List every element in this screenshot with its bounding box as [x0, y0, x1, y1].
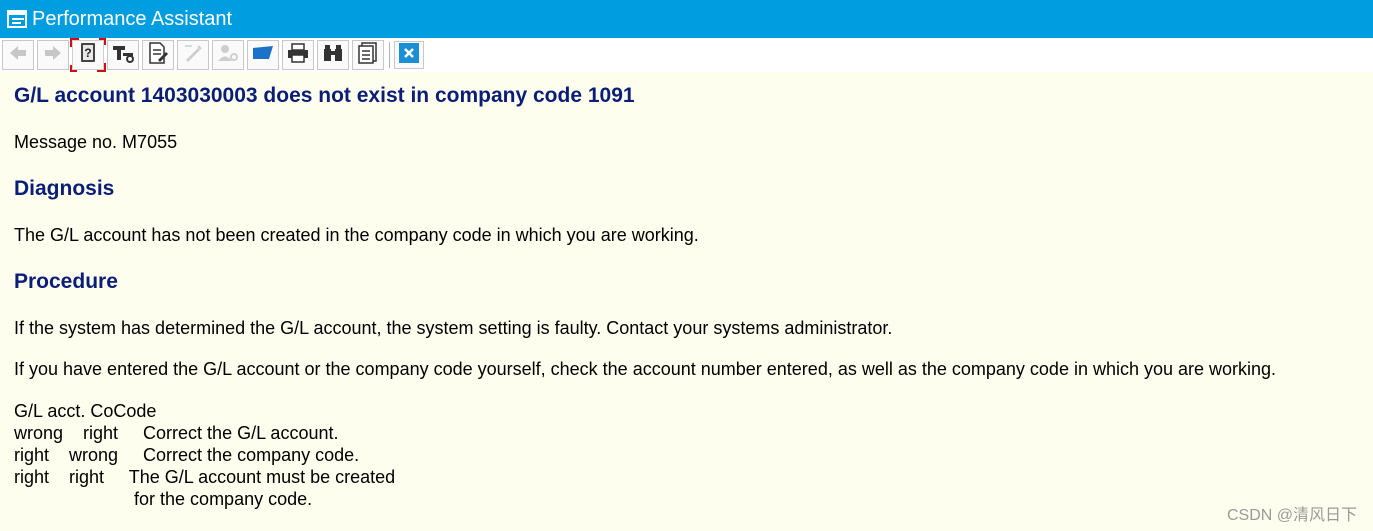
- watermark: CSDN @清风日下: [1226, 507, 1357, 524]
- pencil-edit-icon: [183, 43, 203, 68]
- application-help-button[interactable]: ?: [70, 38, 106, 72]
- arrow-left-icon: [8, 45, 28, 66]
- bookmark-tag-icon: [252, 45, 274, 66]
- help-book-icon: ?: [79, 42, 97, 69]
- message-heading: G/L account 1403030003 does not exist in…: [14, 84, 635, 107]
- toolbar-separator: [389, 42, 390, 68]
- find-button[interactable]: [317, 40, 349, 70]
- forward-button[interactable]: [37, 40, 69, 70]
- print-icon: [287, 42, 309, 68]
- table-header: G/L acct. CoCode: [14, 401, 157, 421]
- table-row: right right The G/L account must be crea…: [14, 467, 396, 487]
- diagnosis-text: The G/L account has not been created in …: [14, 225, 699, 245]
- title-bar: Performance Assistant: [0, 0, 1373, 38]
- table-row: for the company code.: [14, 489, 313, 509]
- arrow-right-icon: [43, 45, 63, 66]
- procedure-heading: Procedure: [14, 270, 118, 293]
- procedure-text-1: If the system has determined the G/L acc…: [14, 318, 893, 338]
- bookmark-button[interactable]: [247, 40, 279, 70]
- procedure-text-2: If you have entered the G/L account or t…: [14, 359, 1277, 379]
- print-button[interactable]: [282, 40, 314, 70]
- close-icon: [398, 42, 420, 69]
- message-number: Message no. M7055: [14, 132, 178, 152]
- toolbar: ?: [0, 38, 1373, 72]
- binoculars-find-icon: [322, 43, 344, 68]
- edit-document-button[interactable]: [142, 40, 174, 70]
- close-button[interactable]: [394, 41, 424, 69]
- change-button[interactable]: [177, 40, 209, 70]
- edit-document-icon: [148, 41, 168, 69]
- user-settings-icon: [217, 43, 239, 68]
- user-settings-button[interactable]: [212, 40, 244, 70]
- help-content: G/L account 1403030003 does not exist in…: [0, 72, 1373, 531]
- window-menu-icon[interactable]: [6, 8, 28, 30]
- table-row: wrong right Correct the G/L account.: [14, 423, 339, 443]
- technical-info-icon: [112, 43, 134, 68]
- svg-text:?: ?: [84, 46, 91, 60]
- window-title: Performance Assistant: [32, 7, 233, 30]
- table-row: right wrong Correct the company code.: [14, 445, 360, 465]
- technical-info-button[interactable]: [107, 40, 139, 70]
- back-button[interactable]: [2, 40, 34, 70]
- diagnosis-heading: Diagnosis: [14, 177, 115, 200]
- document-list-button[interactable]: [352, 40, 384, 70]
- performance-assistant-window: Performance Assistant ? G/L account 1403…: [0, 0, 1373, 531]
- document-list-icon: [358, 41, 378, 69]
